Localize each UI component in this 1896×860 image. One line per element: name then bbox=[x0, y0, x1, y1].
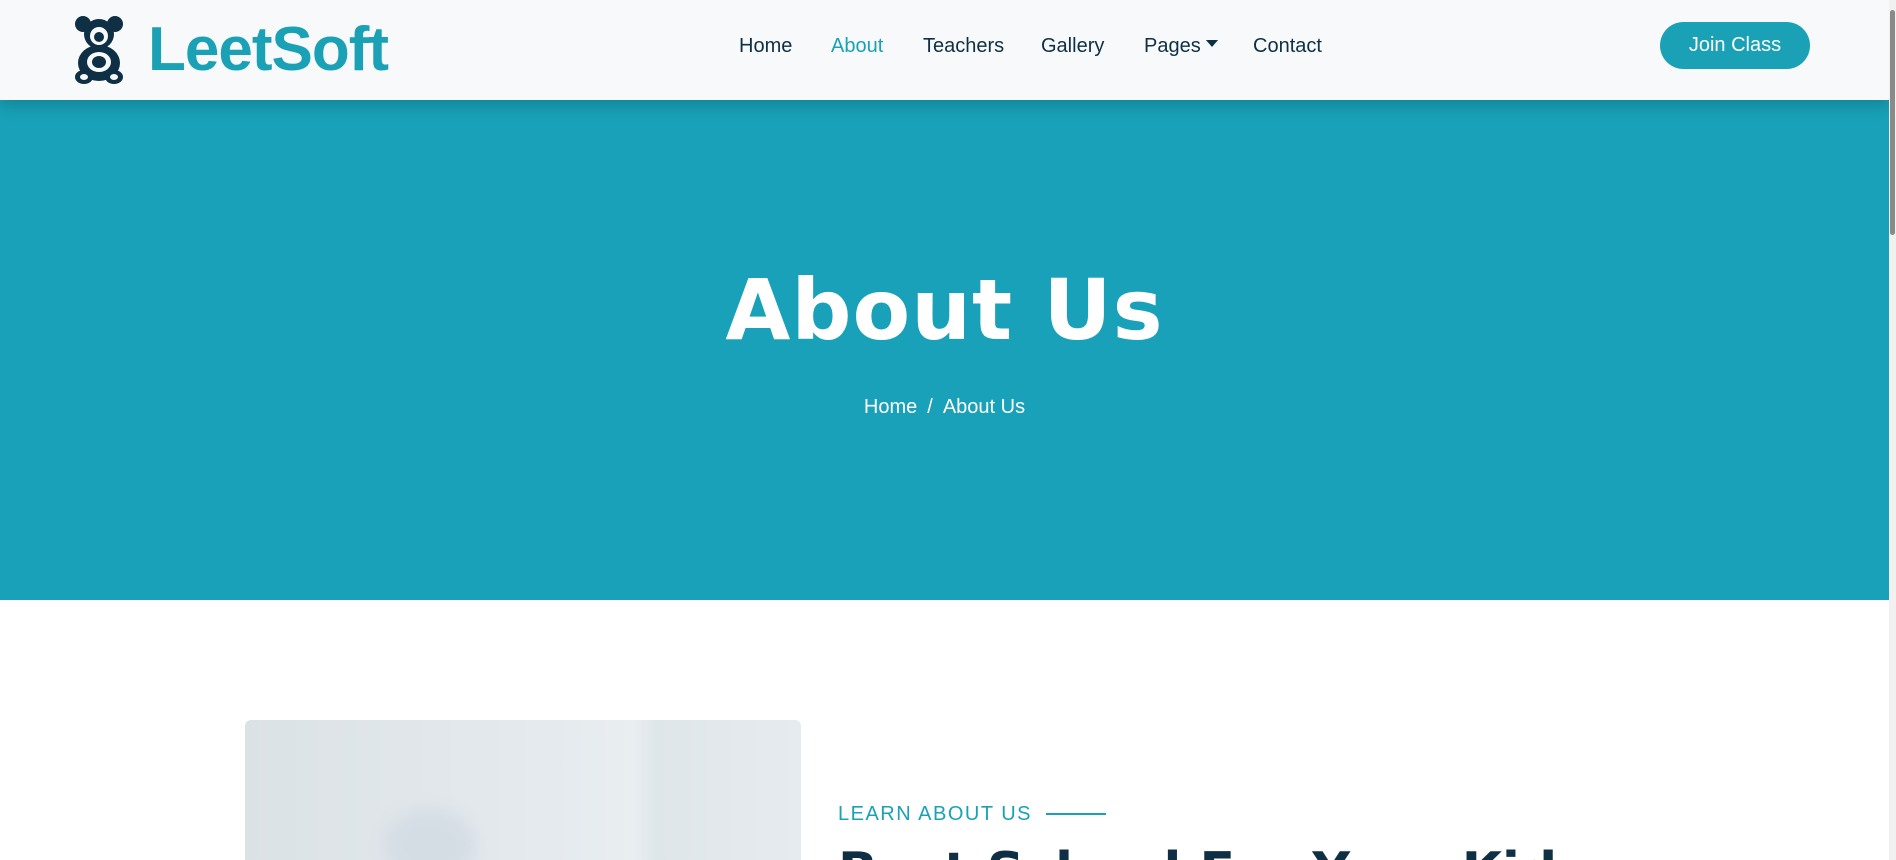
about-image-shadow bbox=[385, 810, 475, 860]
page-scrollbar[interactable] bbox=[1889, 0, 1896, 860]
about-heading: Best School For Your Kids bbox=[838, 842, 1588, 860]
breadcrumb-separator: / bbox=[927, 396, 933, 418]
page-hero: About Us Home / About Us bbox=[0, 100, 1889, 600]
chevron-down-icon bbox=[1205, 40, 1218, 48]
brand-name: LeetSoft bbox=[148, 15, 389, 84]
page-title: About Us bbox=[725, 261, 1164, 359]
scrollbar-thumb[interactable] bbox=[1890, 10, 1895, 235]
eyebrow-divider bbox=[1046, 813, 1107, 815]
nav-item-home[interactable]: Home bbox=[739, 30, 792, 62]
nav-item-pages-label: Pages bbox=[1144, 35, 1201, 57]
nav-item-contact[interactable]: Contact bbox=[1253, 30, 1322, 62]
breadcrumb: Home / About Us bbox=[0, 396, 1889, 419]
nav-item-pages[interactable]: Pages bbox=[1144, 30, 1218, 62]
join-class-button[interactable]: Join Class bbox=[1660, 22, 1810, 69]
nav-item-about[interactable]: About bbox=[831, 30, 883, 62]
section-eyebrow-label: LEARN ABOUT US bbox=[838, 803, 1033, 825]
brand-logo[interactable]: LeetSoft bbox=[72, 8, 389, 92]
breadcrumb-current: About Us bbox=[942, 396, 1026, 418]
nav-item-teachers[interactable]: Teachers bbox=[923, 30, 1004, 62]
breadcrumb-home-link[interactable]: Home bbox=[864, 396, 917, 418]
navbar: LeetSoft Home About Teachers Gallery Pag… bbox=[0, 0, 1889, 100]
teddy-bear-icon bbox=[75, 16, 123, 84]
about-image bbox=[245, 720, 801, 860]
nav-item-gallery[interactable]: Gallery bbox=[1041, 30, 1104, 62]
section-eyebrow: LEARN ABOUT US bbox=[838, 800, 1107, 828]
